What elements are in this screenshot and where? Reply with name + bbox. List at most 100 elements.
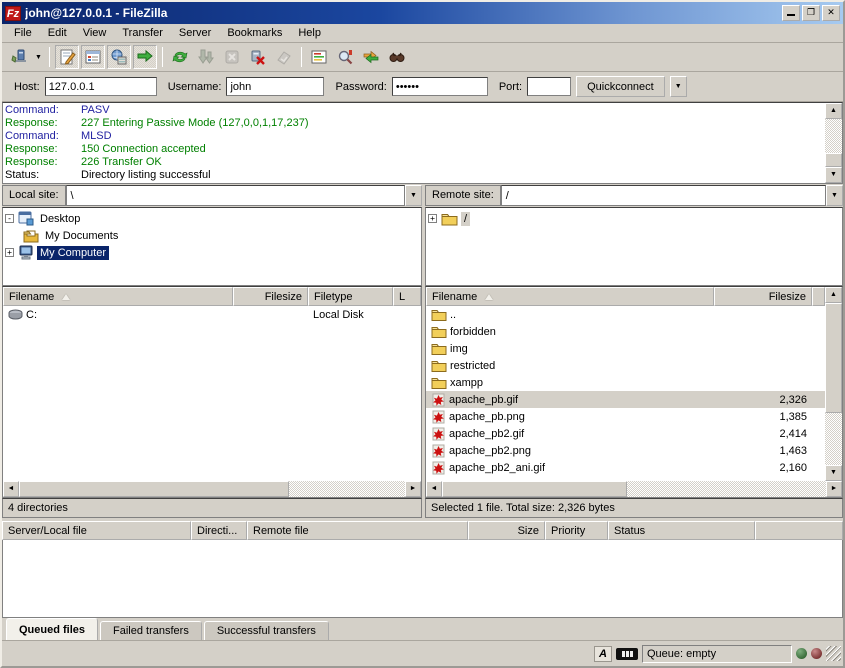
column-header-filename[interactable]: Filename [3,287,233,306]
disconnect-button[interactable] [246,45,270,69]
scroll-down-arrow[interactable]: ▼ [825,167,842,183]
column-header-size[interactable]: Size [468,521,545,540]
toolbar: ▼ [2,43,843,72]
column-header-filler [812,287,825,306]
column-header-filename[interactable]: Filename [426,287,714,306]
folder-icon [441,212,458,226]
remote-site-label: Remote site: [425,185,501,206]
remote-file-row[interactable]: apache_pb2_ani.gif 2,160 [426,459,825,476]
tree-item-desktop[interactable]: - Desktop [5,210,419,227]
local-horizontal-scrollbar[interactable]: ◄ ► [3,481,421,497]
scroll-up-arrow[interactable]: ▲ [825,287,842,303]
remote-file-row[interactable]: apache_pb.png 1,385 [426,408,825,425]
cancel-button[interactable] [220,45,244,69]
remote-list-header: Filename Filesize [426,287,825,306]
quickconnect-dropdown[interactable]: ▼ [670,76,687,97]
remote-file-row[interactable]: restricted [426,357,825,374]
toggle-message-log-button[interactable] [55,45,79,69]
column-header-remote-file[interactable]: Remote file [247,521,468,540]
expand-icon[interactable]: + [428,214,437,223]
filter-icon [310,48,328,66]
local-site-dropdown[interactable]: ▼ [405,185,422,206]
directory-comparison-button[interactable] [333,45,357,69]
site-manager-button[interactable] [7,45,31,69]
menu-file[interactable]: File [6,25,40,41]
minimize-button[interactable] [782,5,800,21]
tree-item-root[interactable]: + / [428,210,840,227]
scrollbar-thumb[interactable] [825,153,842,167]
remote-directory-tree: + / [425,207,843,286]
resize-grip[interactable] [826,646,841,661]
synchronized-browsing-button[interactable] [359,45,383,69]
tree-item-my-documents[interactable]: My Documents [5,227,419,244]
scrollbar-thumb[interactable] [442,481,627,497]
column-header-filesize[interactable]: Filesize [233,287,308,306]
log-vertical-scrollbar[interactable]: ▲ ▼ [825,103,842,183]
window-title: john@127.0.0.1 - FileZilla [25,6,780,20]
remote-file-row-selected[interactable]: apache_pb.gif 2,326 [426,391,825,408]
expand-icon[interactable]: + [5,248,14,257]
port-input[interactable] [527,77,571,96]
refresh-button[interactable] [168,45,192,69]
scroll-right-arrow[interactable]: ► [826,481,842,497]
local-site-label: Local site: [2,185,66,206]
my-computer-icon [18,245,34,260]
column-header-priority[interactable]: Priority [545,521,608,540]
toggle-transfer-queue-button[interactable] [133,45,157,69]
column-header-last-modified[interactable]: L [393,287,421,306]
status-bar: A Queue: empty [2,641,843,666]
remote-site-combobox[interactable]: / [501,185,826,206]
find-files-button[interactable] [385,45,409,69]
username-input[interactable] [226,77,324,96]
scroll-left-arrow[interactable]: ◄ [426,481,442,497]
menu-edit[interactable]: Edit [40,25,75,41]
remote-status-text: Selected 1 file. Total size: 2,326 bytes [425,498,843,518]
remote-file-row[interactable]: .. [426,306,825,323]
column-header-server-local-file[interactable]: Server/Local file [2,521,191,540]
collapse-icon[interactable]: - [5,214,14,223]
remote-file-row[interactable]: apache_pb2.png 1,463 [426,442,825,459]
local-site-combobox[interactable]: \ [66,185,405,206]
process-queue-icon [197,48,215,66]
menu-transfer[interactable]: Transfer [114,25,171,41]
quickconnect-button[interactable]: Quickconnect [576,76,665,97]
site-manager-dropdown[interactable]: ▼ [32,45,45,69]
tab-failed-transfers[interactable]: Failed transfers [100,621,202,640]
scroll-up-arrow[interactable]: ▲ [825,103,842,119]
scroll-down-arrow[interactable]: ▼ [825,465,842,481]
remote-horizontal-scrollbar[interactable]: ◄ ► [426,481,842,497]
column-header-status[interactable]: Status [608,521,755,540]
menu-view[interactable]: View [75,25,115,41]
remote-file-row[interactable]: forbidden [426,323,825,340]
password-input[interactable] [392,77,488,96]
column-header-filesize[interactable]: Filesize [714,287,812,306]
tree-item-my-computer[interactable]: + My Computer [5,244,419,261]
scrollbar-thumb[interactable] [19,481,289,497]
local-file-row[interactable]: C: Local Disk [3,306,421,323]
scroll-right-arrow[interactable]: ► [405,481,421,497]
remote-file-row[interactable]: xampp [426,374,825,391]
remote-vertical-scrollbar[interactable]: ▲ ▼ [825,287,842,481]
menu-server[interactable]: Server [171,25,219,41]
scroll-left-arrow[interactable]: ◄ [3,481,19,497]
log-line: Status:Directory listing successful [5,169,823,182]
column-header-filetype[interactable]: Filetype [308,287,393,306]
remote-site-dropdown[interactable]: ▼ [826,185,843,206]
reconnect-button[interactable] [272,45,296,69]
filter-button[interactable] [307,45,331,69]
toggle-local-tree-button[interactable] [81,45,105,69]
menu-help[interactable]: Help [290,25,329,41]
local-list-body: C: Local Disk [3,306,421,481]
remote-file-row[interactable]: apache_pb2.gif 2,414 [426,425,825,442]
tab-queued-files[interactable]: Queued files [6,618,98,640]
close-button[interactable]: ✕ [822,5,840,21]
maximize-button[interactable]: ❐ [802,5,820,21]
toggle-remote-tree-button[interactable] [107,45,131,69]
remote-file-row[interactable]: img [426,340,825,357]
process-queue-button[interactable] [194,45,218,69]
menu-bookmarks[interactable]: Bookmarks [219,25,290,41]
column-header-direction[interactable]: Directi... [191,521,247,540]
scrollbar-thumb[interactable] [825,303,842,413]
host-input[interactable] [45,77,157,96]
tab-successful-transfers[interactable]: Successful transfers [204,621,329,640]
